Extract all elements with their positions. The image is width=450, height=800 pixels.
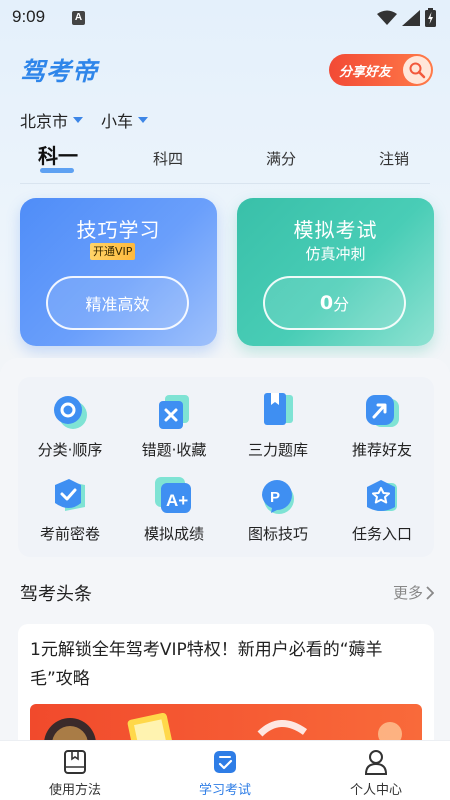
- star-badge-icon: [363, 477, 401, 515]
- news-article-title: 1元解锁全年驾考VIP特权！新用户必看的“薅羊毛”攻略: [30, 640, 383, 689]
- grid-item-question-bank[interactable]: 三力题库: [226, 393, 330, 460]
- app-logo: 驾考帝: [20, 57, 99, 86]
- score-button[interactable]: 0 分: [263, 276, 406, 330]
- nav-study-exam[interactable]: 学习考试: [170, 749, 280, 798]
- grid-label: 推荐好友: [351, 441, 412, 459]
- mock-card-subtitle: 仿真冲刺: [305, 245, 366, 263]
- nav-label: 学习考试: [198, 783, 251, 798]
- grid-label: 考前密卷: [39, 525, 100, 543]
- chevron-right-icon: [426, 585, 434, 600]
- checklist-icon: [212, 749, 238, 775]
- skill-card-title: 技巧学习: [76, 218, 161, 242]
- mock-card-title: 模拟考试: [293, 218, 378, 242]
- parking-p-icon: P: [259, 477, 297, 515]
- vehicle-label: 小车: [101, 112, 134, 131]
- share-search-icon: [403, 56, 431, 84]
- nav-personal-center[interactable]: 个人中心: [321, 749, 431, 798]
- battery-icon: [425, 8, 436, 27]
- circle-icon: [51, 393, 89, 431]
- check-icon: [51, 477, 89, 515]
- vehicle-selector[interactable]: 小车: [101, 108, 149, 132]
- mock-exam-card[interactable]: 模拟考试 仿真冲刺 0 分: [237, 198, 434, 346]
- grid-item-classify[interactable]: 分类·顺序: [18, 393, 122, 460]
- grid-item-secret-paper[interactable]: 考前密卷: [18, 477, 122, 544]
- score-value: 0: [319, 292, 334, 314]
- chevron-down-icon: [73, 117, 84, 123]
- more-link[interactable]: 更多: [393, 582, 434, 603]
- share-button-label: 分享好友: [339, 64, 392, 80]
- grade-a-plus-icon: A+: [155, 477, 193, 515]
- share-arrow-icon: [363, 393, 401, 431]
- chevron-down-icon: [138, 117, 149, 123]
- grid-item-mock-score[interactable]: A+ 模拟成绩: [122, 477, 226, 544]
- subject-tabs: 科一 科四 满分 注销: [0, 142, 450, 182]
- grid-label: 分类·顺序: [37, 441, 103, 459]
- tab-zhu-xiao[interactable]: 注销: [379, 148, 409, 169]
- active-tab-indicator: [40, 168, 74, 173]
- feature-grid: 分类·顺序 错题·收藏 三力题库 推荐好友 考前密卷 A+ 模拟成绩 P 图标技…: [18, 377, 434, 557]
- signal-icon: [402, 9, 420, 26]
- tab-man-fen[interactable]: 满分: [266, 148, 296, 169]
- grid-item-task-entry[interactable]: 任务入口: [330, 477, 434, 544]
- svg-text:A+: A+: [166, 491, 188, 510]
- grid-label: 三力题库: [247, 441, 308, 459]
- svg-text:P: P: [270, 489, 280, 506]
- status-bar: 9:09 A: [0, 0, 450, 36]
- more-label: 更多: [392, 584, 423, 602]
- skill-study-card[interactable]: 技巧学习 开通VIP 精准高效: [20, 198, 217, 346]
- grid-item-wrong[interactable]: 错题·收藏: [122, 393, 226, 460]
- grid-label: 任务入口: [351, 525, 412, 543]
- score-unit: 分: [333, 295, 350, 314]
- tab-divider: [20, 183, 430, 184]
- nav-usage-guide[interactable]: 使用方法: [20, 749, 130, 798]
- wrong-x-icon: [155, 393, 193, 431]
- person-icon: [363, 749, 389, 775]
- precise-button-label: 精准高效: [85, 295, 150, 314]
- wifi-icon: [377, 10, 397, 25]
- share-friends-button[interactable]: 分享好友: [329, 54, 433, 86]
- vip-badge[interactable]: 开通VIP: [90, 243, 136, 260]
- grid-label: 图标技巧: [247, 525, 308, 543]
- city-label: 北京市: [20, 112, 69, 131]
- book-icon: [62, 749, 88, 775]
- city-selector[interactable]: 北京市: [20, 108, 84, 132]
- grid-label: 错题·收藏: [141, 441, 207, 459]
- book-icon: [259, 393, 297, 431]
- tab-ke-yi[interactable]: 科一: [38, 140, 78, 169]
- grid-label: 模拟成绩: [143, 525, 204, 543]
- nav-label: 个人中心: [349, 783, 402, 798]
- tab-ke-si[interactable]: 科四: [153, 148, 183, 169]
- status-icons: [377, 8, 436, 27]
- grid-item-sign-tips[interactable]: P 图标技巧: [226, 477, 330, 544]
- grid-item-recommend[interactable]: 推荐好友: [330, 393, 434, 460]
- bottom-navigation: 使用方法 学习考试 个人中心: [0, 740, 450, 800]
- nav-label: 使用方法: [48, 783, 101, 798]
- news-section-title: 驾考头条: [20, 584, 92, 605]
- notification-a-icon: A: [72, 11, 85, 25]
- status-time: 9:09: [12, 7, 46, 26]
- selector-row: 北京市 小车: [20, 108, 149, 132]
- precise-button[interactable]: 精准高效: [46, 276, 189, 330]
